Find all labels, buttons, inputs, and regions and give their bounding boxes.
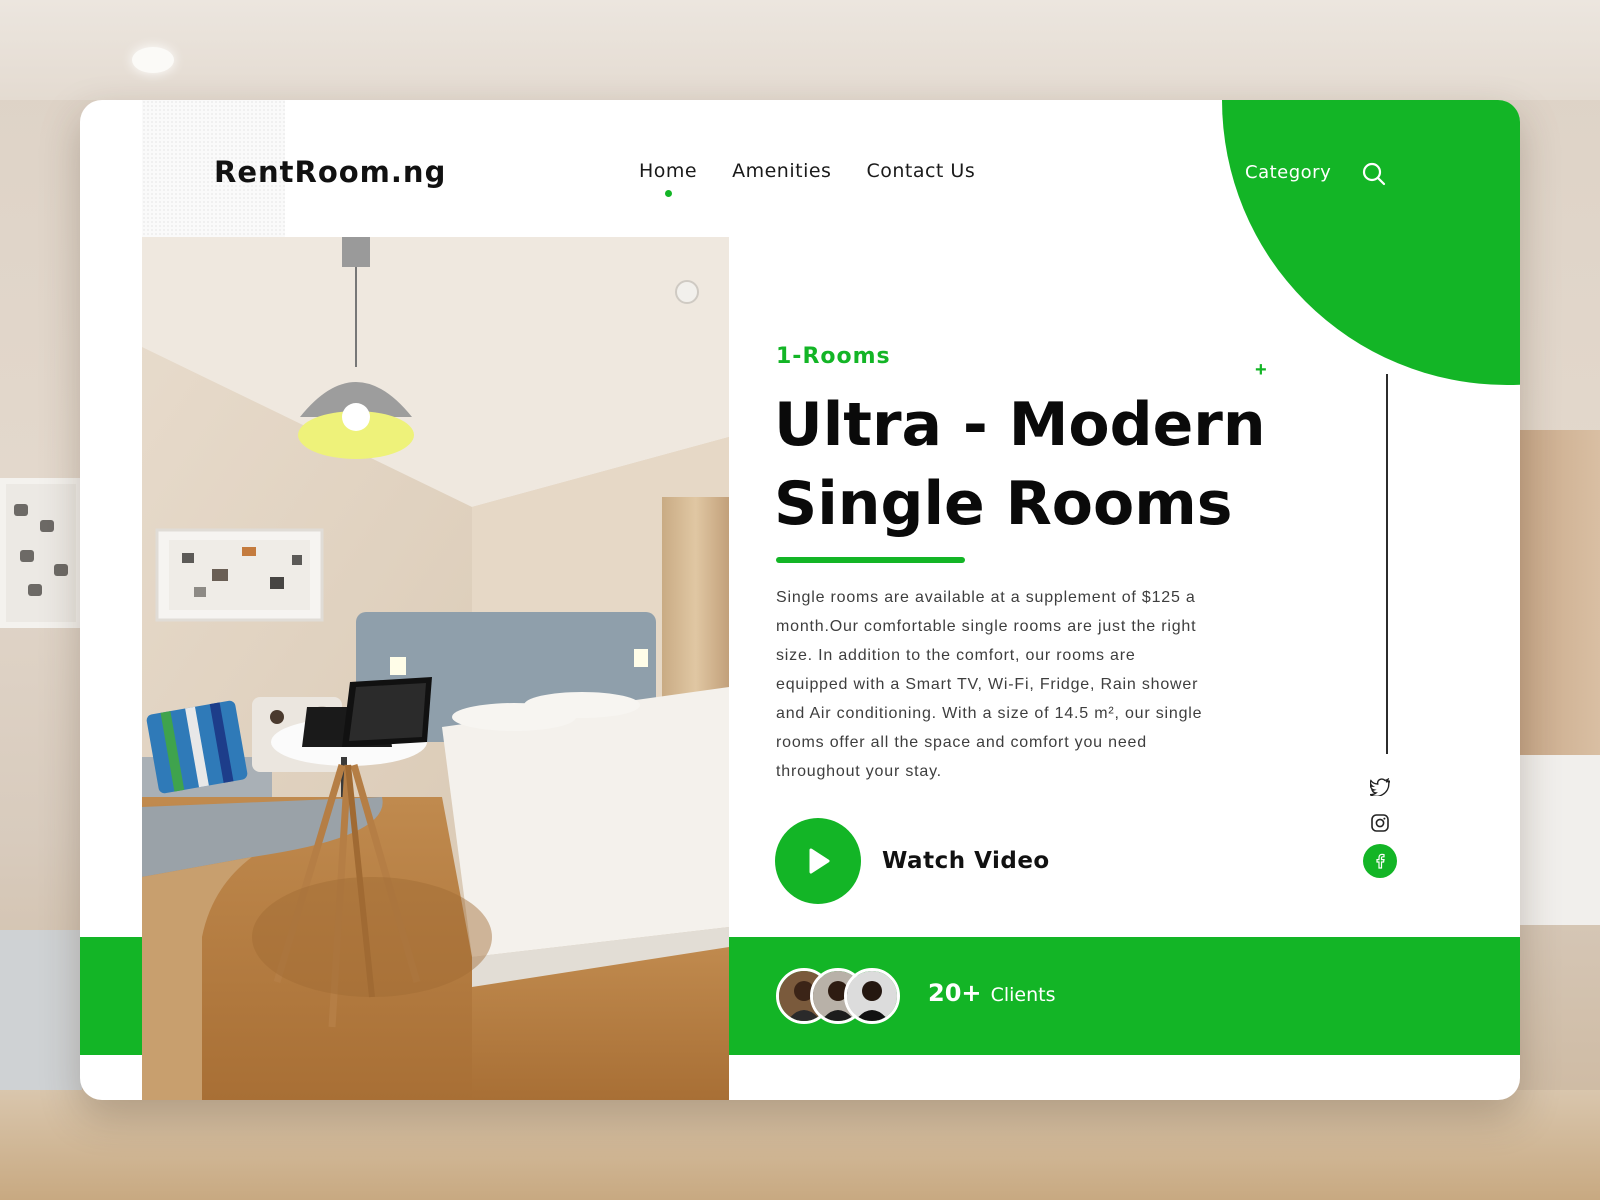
facebook-icon[interactable] [1363, 844, 1397, 878]
main-nav: Home Amenities Contact Us [639, 160, 975, 197]
brand-logo[interactable]: RentRoom.ng [214, 155, 446, 189]
avatar [844, 968, 900, 1024]
category-menu[interactable]: Category [1245, 162, 1331, 183]
search-icon[interactable] [1361, 161, 1387, 187]
nav-item-label: Home [639, 160, 698, 182]
hero-title: Ultra - Modern Single Rooms [774, 386, 1294, 544]
active-indicator [665, 190, 673, 197]
nav-item-home[interactable]: Home [639, 160, 698, 197]
clients-count: 20+ [928, 979, 982, 1007]
clients-label: Clients [990, 984, 1056, 1006]
title-underline [776, 557, 965, 563]
hero-title-line2: Single Rooms [774, 469, 1233, 539]
hero-title-line1: Ultra - Modern [774, 390, 1266, 460]
client-avatars [776, 968, 901, 1024]
vertical-divider [1386, 374, 1388, 754]
instagram-icon[interactable] [1363, 806, 1397, 840]
background-floor [0, 1090, 1600, 1200]
landing-card: RentRoom.ng Home Amenities Contact Us Ca… [80, 100, 1520, 1100]
play-icon[interactable] [775, 818, 861, 904]
nav-item-label: Contact Us [866, 160, 976, 182]
background-bed-left [0, 930, 82, 1090]
plus-decoration: + [1255, 359, 1267, 381]
clients-stat: 20+ Clients [928, 979, 1056, 1007]
room-type-label: 1-Rooms [776, 344, 891, 369]
background-ceiling [0, 0, 1600, 100]
hero-description: Single rooms are available at a suppleme… [776, 589, 1203, 780]
background-artwork [0, 478, 82, 628]
background-curtain-right [1520, 430, 1600, 760]
twitter-icon[interactable] [1363, 770, 1397, 804]
nav-item-contact-us[interactable]: Contact Us [866, 160, 975, 182]
nav-item-amenities[interactable]: Amenities [732, 160, 831, 182]
background-ceiling-light [132, 47, 174, 73]
nav-item-label: Amenities [732, 160, 832, 182]
watch-video-label: Watch Video [882, 848, 1050, 874]
bedroom-photo [142, 237, 729, 1100]
accent-circle [1222, 100, 1520, 385]
accent-band-left [80, 937, 142, 1055]
background-bed-right [1520, 755, 1600, 925]
watch-video-button[interactable]: Watch Video [775, 818, 1050, 904]
